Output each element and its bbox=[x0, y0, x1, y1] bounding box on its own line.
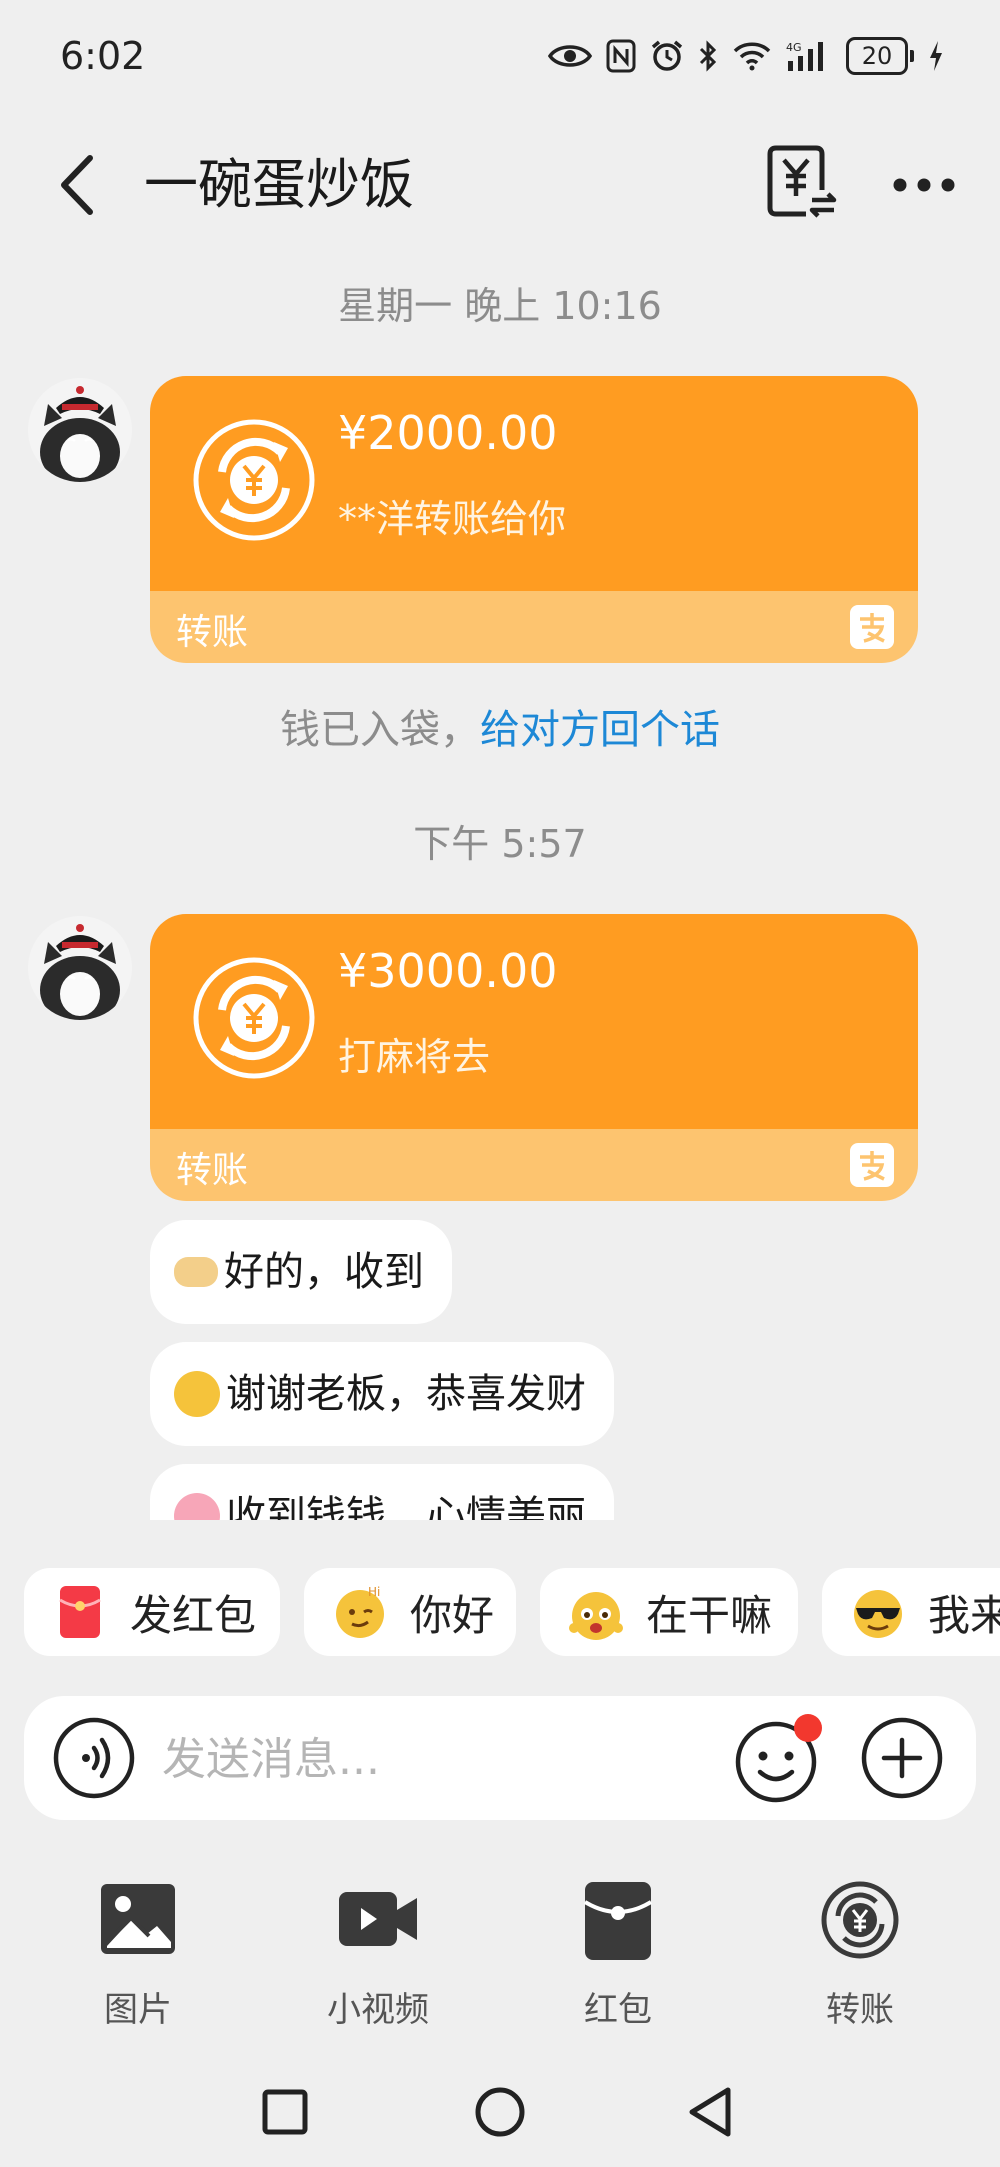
message-timestamp: 下午 5:57 bbox=[413, 822, 587, 866]
hi-emoji: Hi bbox=[336, 1585, 384, 1638]
more-dots-icon bbox=[893, 178, 955, 192]
quick-reply-bar: 发红包 Hi 你好 在干嘛 我来 bbox=[0, 1568, 1000, 1658]
transfer-note: 打麻将去 bbox=[338, 1035, 491, 1079]
tool-label: 红包 bbox=[584, 1990, 652, 2030]
svg-text:4G: 4G bbox=[786, 41, 802, 54]
sunglasses-emoji bbox=[854, 1590, 902, 1638]
battery-indicator: 20 bbox=[846, 37, 914, 75]
transfer-icon bbox=[193, 957, 315, 1079]
transfer-amount: ¥2000.00 bbox=[338, 406, 558, 460]
message-text: 谢谢老板，恭喜发财 bbox=[226, 1371, 586, 1417]
message-timestamp: 星期一 晚上 10:16 bbox=[338, 284, 662, 328]
eye-icon bbox=[548, 45, 592, 67]
message-bubble[interactable]: 好的，收到 bbox=[150, 1220, 452, 1324]
alipay-icon bbox=[850, 605, 894, 649]
more-actions-button[interactable] bbox=[860, 1716, 944, 1800]
tools-panel: 图片 小视频 红包 转账 bbox=[0, 1880, 1000, 2030]
message-input[interactable] bbox=[160, 1718, 724, 1800]
message-input-bar bbox=[24, 1696, 976, 1820]
plus-icon bbox=[861, 1717, 943, 1799]
tool-label: 转账 bbox=[826, 1990, 894, 2030]
square-icon bbox=[262, 2089, 308, 2135]
charging-icon bbox=[930, 41, 942, 71]
nfc-icon bbox=[606, 39, 636, 73]
voice-button[interactable] bbox=[52, 1716, 136, 1800]
triangle-back-icon bbox=[689, 2087, 731, 2137]
star-eyes-emoji bbox=[174, 1493, 220, 1520]
avatar[interactable] bbox=[28, 378, 132, 482]
circle-icon bbox=[475, 2087, 525, 2137]
yuan-bill-icon bbox=[767, 145, 837, 218]
received-text: 钱已入袋， bbox=[280, 707, 480, 753]
recents-button[interactable] bbox=[245, 2070, 325, 2150]
bluetooth-icon bbox=[699, 40, 717, 72]
quick-reply-label: 我来 bbox=[928, 1590, 1000, 1640]
notification-dot bbox=[794, 1714, 822, 1742]
chat-title: 一碗蛋炒饭 bbox=[144, 153, 414, 216]
quick-reply-label: 发红包 bbox=[130, 1590, 257, 1640]
voice-icon bbox=[53, 1717, 135, 1799]
message-text: 好的，收到 bbox=[224, 1249, 424, 1295]
transfer-icon bbox=[821, 1881, 899, 1959]
alarm-icon bbox=[651, 40, 683, 71]
tool-image[interactable]: 图片 bbox=[58, 1880, 218, 2030]
battery-level: 20 bbox=[846, 37, 908, 75]
signal-4g-icon: 4G bbox=[786, 41, 823, 71]
message-bubble[interactable]: 谢谢老板，恭喜发财 bbox=[150, 1342, 614, 1446]
tool-label: 图片 bbox=[104, 1990, 172, 2030]
tool-label: 小视频 bbox=[327, 1990, 429, 2030]
transfer-card[interactable]: ¥2000.00 **洋转账给你 转账 bbox=[150, 376, 918, 663]
system-nav-bar bbox=[0, 2070, 1000, 2160]
image-icon bbox=[101, 1884, 175, 1954]
video-icon bbox=[339, 1892, 417, 1946]
back-button[interactable] bbox=[50, 150, 110, 220]
status-icons: 4G 20 bbox=[548, 34, 944, 78]
back-nav-button[interactable] bbox=[670, 2070, 750, 2150]
quick-reply-what-doing[interactable]: 在干嘛 bbox=[540, 1568, 798, 1656]
emoji-button[interactable] bbox=[734, 1714, 824, 1804]
tool-transfer[interactable]: 转账 bbox=[780, 1880, 940, 2030]
home-button[interactable] bbox=[460, 2070, 540, 2150]
transfer-label: 转账 bbox=[176, 1150, 249, 1191]
transfer-amount: ¥3000.00 bbox=[338, 944, 558, 998]
wifi-icon bbox=[733, 42, 771, 71]
transfer-label: 转账 bbox=[176, 612, 249, 653]
quick-reply-red-envelope[interactable]: 发红包 bbox=[24, 1568, 280, 1656]
transfer-note: **洋转账给你 bbox=[338, 497, 567, 541]
handshake-emoji bbox=[174, 1257, 218, 1287]
bill-button[interactable] bbox=[766, 144, 838, 224]
svg-text:Hi: Hi bbox=[368, 1585, 380, 1599]
red-packet-icon bbox=[583, 1882, 653, 1960]
reply-link[interactable]: 给对方回个话 bbox=[480, 707, 720, 753]
chevron-left-icon bbox=[61, 155, 93, 215]
hug-face-emoji bbox=[174, 1371, 220, 1417]
tool-red-packet[interactable]: 红包 bbox=[538, 1880, 698, 2030]
message-bubble[interactable]: 收到钱钱，心情美丽 bbox=[150, 1464, 614, 1520]
transfer-icon bbox=[193, 419, 315, 541]
quick-reply-hello[interactable]: Hi 你好 bbox=[304, 1568, 516, 1656]
alipay-icon bbox=[850, 1143, 894, 1187]
chat-header: 一碗蛋炒饭 bbox=[0, 120, 1000, 250]
reply-list: 好的，收到 谢谢老板，恭喜发财 收到钱钱，心情美丽 bbox=[0, 1200, 1000, 1520]
cat-avatar-image bbox=[28, 378, 132, 482]
transfer-card[interactable]: ¥3000.00 打麻将去 转账 bbox=[150, 914, 918, 1201]
quick-reply-label: 你好 bbox=[410, 1590, 495, 1640]
avatar[interactable] bbox=[28, 916, 132, 1020]
status-time: 6:02 bbox=[60, 34, 146, 78]
received-note: 钱已入袋，给对方回个话 bbox=[0, 697, 1000, 755]
smiley-icon bbox=[735, 1714, 822, 1803]
status-bar: 6:02 4G 20 bbox=[0, 0, 1000, 110]
quick-reply-label: 在干嘛 bbox=[646, 1590, 773, 1640]
message-text: 收到钱钱，心情美丽 bbox=[226, 1493, 586, 1520]
what-doing-emoji bbox=[569, 1592, 623, 1640]
more-button[interactable] bbox=[888, 160, 960, 210]
cat-avatar-image bbox=[28, 916, 132, 1020]
red-envelope-icon bbox=[59, 1586, 101, 1638]
quick-reply-coming[interactable]: 我来 bbox=[822, 1568, 1000, 1656]
tool-video[interactable]: 小视频 bbox=[298, 1880, 458, 2030]
